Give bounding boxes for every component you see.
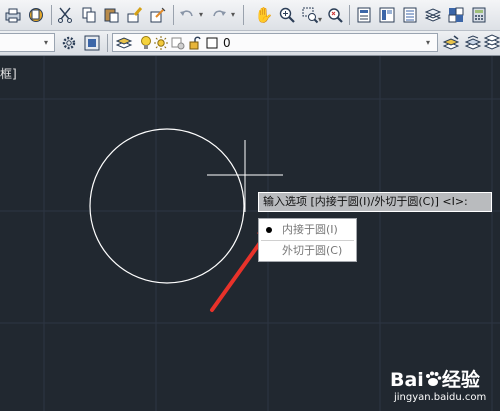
paste-icon[interactable] [103, 6, 121, 24]
sheet-set-icon[interactable] [424, 6, 442, 24]
block-editor-icon[interactable] [149, 6, 167, 24]
match-properties-icon[interactable] [126, 6, 144, 24]
viewport-label: 框] [0, 67, 17, 81]
cut-icon[interactable] [56, 6, 74, 24]
pan-icon[interactable]: ✋ [255, 6, 274, 24]
watermark-logo: Bai 经验 [390, 369, 480, 391]
design-center-icon[interactable] [378, 6, 396, 24]
watermark-url: jingyan.baidu.com [394, 392, 487, 403]
undo-icon[interactable] [178, 6, 196, 24]
tool-palettes-icon[interactable] [401, 6, 419, 24]
dynamic-input-prompt: 输入选项 [内接于圆(I)/外切于圆(C)] <I>: [258, 192, 492, 212]
workspace-dropdown[interactable]: ▾ [0, 33, 55, 52]
redo-dropdown-icon[interactable]: ▾ [231, 10, 235, 20]
layer-previous-icon[interactable] [464, 34, 482, 52]
zoom-dropdown-icon[interactable]: ▾ [318, 15, 322, 25]
current-layer-name: 0 [223, 36, 231, 50]
selected-bullet-icon [266, 227, 272, 233]
layer-dropdown[interactable]: 0 ▾ [112, 33, 438, 52]
drawn-circle [89, 128, 245, 284]
lock-ui-icon[interactable] [83, 34, 101, 52]
workspace-settings-icon[interactable] [60, 34, 78, 52]
option-label: 外切于圆(C) [282, 244, 343, 257]
redo-icon[interactable] [210, 6, 228, 24]
baidu-watermark: Bai 经验 jingyan.baidu.com [382, 365, 492, 409]
toolbar-separator [107, 34, 108, 52]
layer-states-icon[interactable] [483, 34, 500, 52]
layer-color-swatch-icon[interactable] [203, 34, 221, 52]
properties-icon[interactable] [355, 6, 373, 24]
option-label: 内接于圆(I) [282, 223, 338, 236]
publish-icon[interactable] [27, 6, 45, 24]
zoom-previous-icon[interactable] [326, 6, 344, 24]
zoom-window-icon[interactable] [301, 6, 319, 24]
make-current-icon[interactable] [442, 34, 460, 52]
toolbar-separator [173, 5, 174, 25]
viewport-freeze-icon[interactable] [169, 34, 187, 52]
prompt-text: 输入选项 [内接于圆(I)/外切于圆(C)] <I>: [263, 195, 468, 208]
option-circumscribed[interactable]: 外切于圆(C) [259, 241, 356, 261]
sun-freeze-icon[interactable] [152, 34, 170, 52]
option-inscribed[interactable]: 内接于圆(I) [259, 220, 356, 240]
markup-icon[interactable] [447, 6, 465, 24]
layer-properties-icon[interactable] [115, 34, 133, 52]
undo-dropdown-icon[interactable]: ▾ [199, 10, 203, 20]
toolbar-separator [243, 5, 244, 25]
option-menu: 内接于圆(I) 外切于圆(C) [258, 218, 357, 262]
plot-icon[interactable] [4, 6, 22, 24]
zoom-realtime-icon[interactable] [278, 6, 296, 24]
paw-icon [425, 371, 442, 386]
padlock-unlocked-icon[interactable] [186, 34, 204, 52]
calculator-icon[interactable] [470, 6, 488, 24]
chevron-down-icon: ▾ [44, 38, 49, 47]
drawing-canvas[interactable] [0, 56, 500, 411]
toolbar-separator [51, 5, 52, 25]
copy-icon[interactable] [80, 6, 98, 24]
chevron-down-icon: ▾ [426, 38, 431, 47]
standard-toolbar: ▾ ▾ ✋ ▾ [0, 0, 500, 31]
toolbar-separator [349, 5, 350, 25]
grid-lines [0, 56, 500, 411]
